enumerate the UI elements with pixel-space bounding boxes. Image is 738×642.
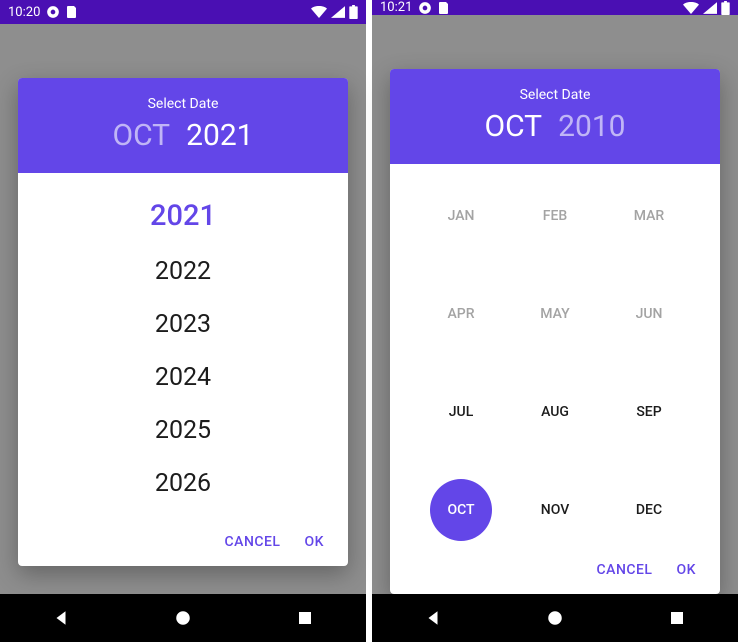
sdcard-icon	[66, 5, 76, 19]
month-label: FEB	[543, 208, 567, 224]
nav-recent-button[interactable]	[281, 594, 329, 642]
screen-year-picker: 10:20 Select Date OCT 2021 2021202220232…	[0, 0, 366, 642]
dialog-footer: CANCEL OK	[18, 522, 348, 566]
month-cell[interactable]: OCT	[414, 482, 508, 538]
debug-icon	[418, 1, 432, 15]
month-label: OCT	[447, 502, 474, 518]
month-label: AUG	[541, 404, 569, 420]
year-item[interactable]: 2021	[18, 187, 348, 245]
status-bar: 10:21	[372, 0, 738, 15]
month-label: SEP	[636, 404, 661, 420]
ok-button[interactable]: OK	[305, 534, 325, 550]
sdcard-icon	[438, 1, 448, 15]
wifi-icon	[311, 6, 327, 18]
year-list[interactable]: 202120222023202420252026	[18, 173, 348, 522]
month-label: APR	[447, 306, 474, 322]
month-label: JAN	[448, 208, 475, 224]
dialog-header-title: Select Date	[390, 87, 720, 103]
nav-recent-button[interactable]	[653, 594, 701, 642]
signal-icon	[703, 2, 717, 14]
nav-home-button[interactable]	[531, 594, 579, 642]
month-cell[interactable]: MAY	[508, 286, 602, 342]
month-cell[interactable]: APR	[414, 286, 508, 342]
year-item[interactable]: 2025	[18, 404, 348, 457]
dialog-wrap: Select Date OCT 2010 JANFEBMARAPRMAYJUNJ…	[372, 15, 738, 594]
month-label: DEC	[636, 502, 662, 518]
status-right	[311, 5, 358, 19]
dialog-header-title: Select Date	[18, 96, 348, 112]
battery-icon	[721, 1, 730, 15]
month-cell[interactable]: JUL	[414, 384, 508, 440]
year-item[interactable]: 2026	[18, 457, 348, 510]
nav-bar	[372, 594, 738, 642]
year-item[interactable]: 2023	[18, 298, 348, 351]
debug-icon	[46, 5, 60, 19]
dialog-wrap: Select Date OCT 2021 2021202220232024202…	[0, 24, 366, 594]
month-cell[interactable]: JAN	[414, 188, 508, 244]
year-item[interactable]: 2022	[18, 245, 348, 298]
battery-icon	[349, 5, 358, 19]
screen-month-picker: 10:21 Select Date OCT 2010 JAN FEB MAR APR M…	[372, 0, 738, 642]
month-label: MAR	[634, 208, 664, 224]
month-grid: JAN FEB MAR APR MAY JUN JUL AUG SEP OCT NOV DEC	[390, 164, 720, 550]
status-time: 10:20	[8, 5, 40, 20]
header-month[interactable]: OCT	[484, 109, 542, 144]
wifi-icon	[683, 2, 699, 14]
dialog-header: Select Date OCT 2010	[390, 69, 720, 164]
month-cell[interactable]: AUG	[508, 384, 602, 440]
month-cell[interactable]: FEB	[508, 188, 602, 244]
year-item[interactable]: 2024	[18, 351, 348, 404]
dialog-header: Select Date OCT 2021	[18, 78, 348, 173]
status-time: 10:21	[380, 0, 412, 15]
date-picker-dialog: Select Date OCT 2010 JANFEBMARAPRMAYJUNJ…	[390, 69, 720, 594]
cancel-button[interactable]: CANCEL	[225, 534, 281, 550]
nav-bar	[0, 594, 366, 642]
month-label: JUL	[449, 404, 474, 420]
month-label: MAY	[540, 306, 569, 322]
date-picker-dialog: Select Date OCT 2021 2021202220232024202…	[18, 78, 348, 566]
month-label: NOV	[541, 502, 569, 518]
status-left: 10:20	[8, 5, 76, 20]
month-cell[interactable]: SEP	[602, 384, 696, 440]
header-month[interactable]: OCT	[112, 118, 170, 153]
nav-back-button[interactable]	[37, 594, 85, 642]
ok-button[interactable]: OK	[677, 562, 697, 578]
month-cell[interactable]: JUN	[602, 286, 696, 342]
nav-home-button[interactable]	[159, 594, 207, 642]
header-year[interactable]: 2010	[558, 109, 625, 144]
dialog-header-date: OCT 2010	[390, 109, 720, 144]
month-cell[interactable]: MAR	[602, 188, 696, 244]
dialog-header-date: OCT 2021	[18, 118, 348, 153]
status-left: 10:21	[380, 0, 448, 15]
month-cell[interactable]: DEC	[602, 482, 696, 538]
signal-icon	[331, 6, 345, 18]
nav-back-button[interactable]	[409, 594, 457, 642]
cancel-button[interactable]: CANCEL	[597, 562, 653, 578]
month-cell[interactable]: NOV	[508, 482, 602, 538]
status-right	[683, 1, 730, 15]
month-label: JUN	[636, 306, 663, 322]
dialog-footer: CANCEL OK	[390, 550, 720, 594]
status-bar: 10:20	[0, 0, 366, 24]
header-year[interactable]: 2021	[186, 118, 253, 153]
